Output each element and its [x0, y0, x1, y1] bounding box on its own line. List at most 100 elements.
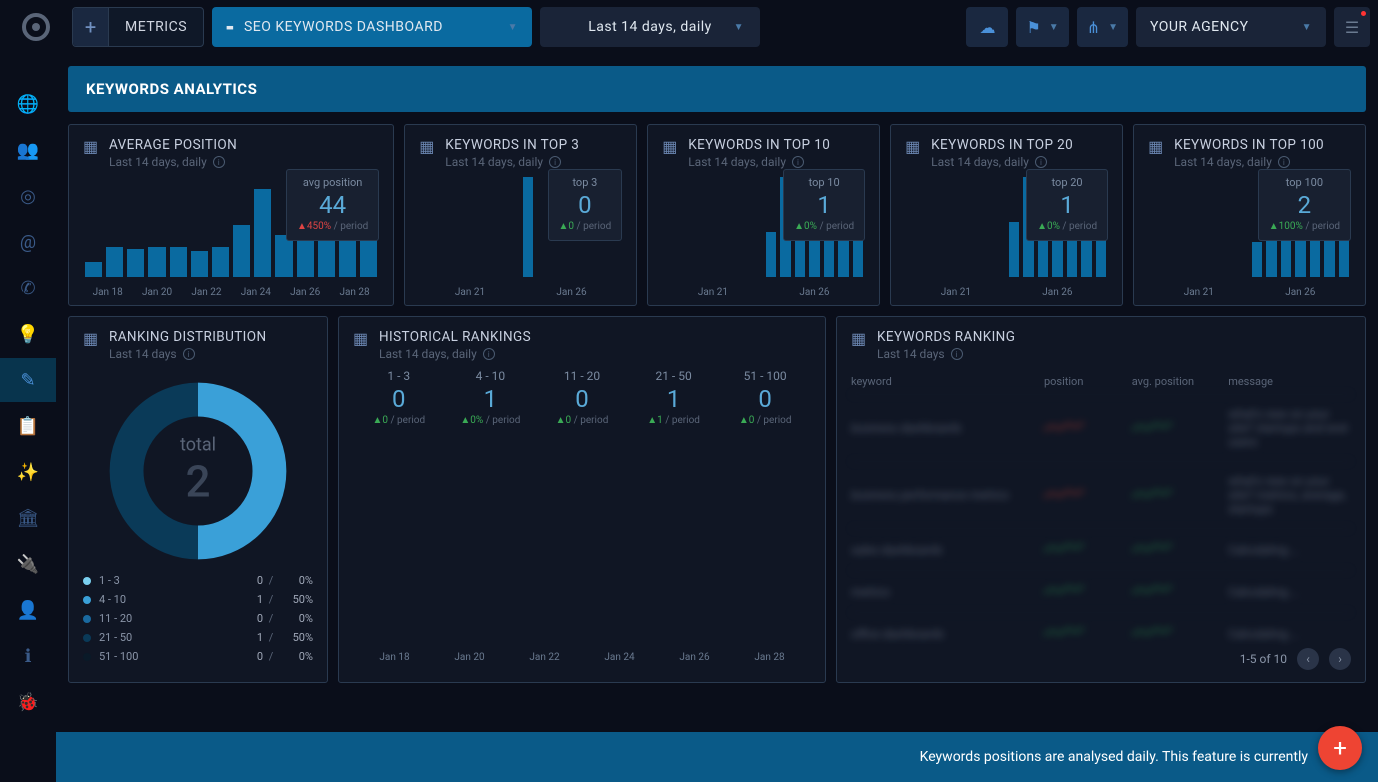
sidebar-bank[interactable]: 🏛: [0, 496, 56, 540]
x-tick: Jan 26: [556, 287, 586, 298]
badge-label: top 3: [559, 176, 612, 189]
sidebar-plug[interactable]: 🔌: [0, 542, 56, 586]
x-tick: Jan 21: [698, 287, 728, 298]
card-subtitle: Last 14 days: [877, 347, 945, 361]
date-range-dropdown[interactable]: Last 14 days, daily ▼: [540, 7, 760, 47]
sidebar-phone[interactable]: ✆: [0, 266, 56, 310]
bar: [148, 247, 165, 277]
sidebar-bug[interactable]: 🐞: [0, 680, 56, 724]
app-logo: [8, 7, 64, 47]
legend-value: 1: [235, 593, 263, 606]
legend-pct: 0%: [279, 574, 313, 587]
cell-position: [1044, 625, 1132, 642]
info-icon[interactable]: i: [483, 348, 495, 360]
sidebar-users[interactable]: 👥: [0, 128, 56, 172]
card-subtitle: Last 14 days, daily: [931, 155, 1029, 169]
donut-chart: total 2: [104, 377, 292, 565]
sidebar-globe[interactable]: 🌐: [0, 82, 56, 126]
cell-position: [1044, 487, 1132, 504]
dashboard-dropdown[interactable]: ▪▪ SEO KEYWORDS DASHBOARD ▼: [212, 7, 532, 47]
cat-value: 0: [719, 385, 811, 413]
legend-row: 21 - 501/50%: [83, 628, 313, 647]
cat-change: ▲1 / period: [628, 415, 720, 426]
info-icon[interactable]: i: [1035, 156, 1047, 168]
cell-keyword: metrics: [851, 585, 1044, 599]
cat-value: 0: [536, 385, 628, 413]
bar: [766, 232, 777, 277]
info-icon[interactable]: i: [549, 156, 561, 168]
legend-dot: [83, 615, 91, 623]
badge-value: 1: [794, 191, 854, 219]
metrics-button[interactable]: + METRICS: [72, 7, 204, 47]
cell-message: Calculating …: [1228, 585, 1351, 599]
prev-page-button[interactable]: ‹: [1297, 648, 1319, 670]
total-value: 2: [180, 456, 216, 508]
legend-row: 11 - 200/0%: [83, 609, 313, 628]
legend-name: 51 - 100: [99, 650, 235, 663]
info-icon[interactable]: i: [792, 156, 804, 168]
info-icon[interactable]: i: [1278, 156, 1290, 168]
widget-icon: ▦: [83, 329, 99, 345]
x-tick: Jan 28: [339, 287, 369, 298]
sidebar-info[interactable]: ℹ: [0, 634, 56, 678]
bar: [1009, 222, 1020, 277]
cell-message: Calculating …: [1228, 627, 1351, 641]
bar: [191, 251, 208, 277]
x-tick: Jan 18: [357, 652, 432, 663]
table-body: business dashboardswhat's new on your si…: [851, 394, 1351, 654]
share-button[interactable]: ⋔▼: [1077, 7, 1128, 47]
legend-name: 21 - 50: [99, 631, 235, 644]
menu-button[interactable]: ☰: [1334, 7, 1370, 47]
next-page-button[interactable]: ›: [1329, 648, 1351, 670]
cloud-button[interactable]: ☁: [966, 7, 1008, 47]
menu-icon: ☰: [1345, 18, 1359, 37]
add-fab[interactable]: +: [1318, 726, 1362, 770]
legend-pct: 0%: [279, 650, 313, 663]
metric-card: ▦AVERAGE POSITIONLast 14 days, dailyiavg…: [68, 124, 394, 306]
badge-label: top 100: [1269, 176, 1340, 189]
legend-dot: [83, 577, 91, 585]
col-keyword: keyword: [851, 375, 1044, 388]
sidebar-bulb[interactable]: 💡: [0, 312, 56, 356]
dashboard-dropdown-label: SEO KEYWORDS DASHBOARD: [244, 19, 443, 35]
agency-dropdown[interactable]: YOUR AGENCY ▼: [1136, 7, 1326, 47]
card-title: HISTORICAL RANKINGS: [379, 329, 531, 345]
sidebar-at[interactable]: @: [0, 220, 56, 264]
legend-name: 11 - 20: [99, 612, 235, 625]
widget-icon: ▦: [419, 137, 435, 153]
flag-button[interactable]: ⚑▼: [1016, 7, 1068, 47]
cat-name: 21 - 50: [628, 369, 720, 383]
legend-name: 4 - 10: [99, 593, 235, 606]
card-title: RANKING DISTRIBUTION: [109, 329, 266, 345]
x-tick: Jan 22: [191, 287, 221, 298]
x-tick: Jan 26: [290, 287, 320, 298]
sidebar-edit[interactable]: ✎: [0, 358, 56, 402]
chevron-down-icon: ▼: [1302, 22, 1312, 33]
card-subtitle: Last 14 days, daily: [445, 155, 543, 169]
sidebar-clipboard[interactable]: 📋: [0, 404, 56, 448]
value-badge: top 101▲0% / period: [783, 169, 865, 241]
table-row: business dashboardswhat's new on your si…: [851, 394, 1351, 461]
x-tick: Jan 24: [241, 287, 271, 298]
info-icon[interactable]: i: [213, 156, 225, 168]
sidebar-target[interactable]: ◎: [0, 174, 56, 218]
metric-card: ▦KEYWORDS IN TOP 20Last 14 days, dailyit…: [890, 124, 1123, 306]
metric-card: ▦KEYWORDS IN TOP 3Last 14 days, dailyito…: [404, 124, 637, 306]
legend-pct: 0%: [279, 612, 313, 625]
card-subtitle: Last 14 days: [109, 347, 177, 361]
date-range-label: Last 14 days, daily: [588, 19, 712, 35]
info-icon[interactable]: i: [183, 348, 195, 360]
cat-name: 11 - 20: [536, 369, 628, 383]
sidebar-wand[interactable]: ✨: [0, 450, 56, 494]
x-tick: Jan 24: [582, 652, 657, 663]
plus-icon[interactable]: +: [73, 8, 109, 46]
table-row: sales dashboardsCalculating …: [851, 528, 1351, 570]
sidebar-user[interactable]: 👤: [0, 588, 56, 632]
info-icon[interactable]: i: [951, 348, 963, 360]
cat-change: ▲0 / period: [536, 415, 628, 426]
hist-category: 21 - 501▲1 / period: [628, 369, 720, 426]
table-row: metrics Calculating …: [851, 570, 1351, 612]
card-title: KEYWORDS IN TOP 20: [931, 137, 1073, 153]
badge-value: 2: [1269, 191, 1340, 219]
value-badge: top 201▲0% / period: [1026, 169, 1108, 241]
